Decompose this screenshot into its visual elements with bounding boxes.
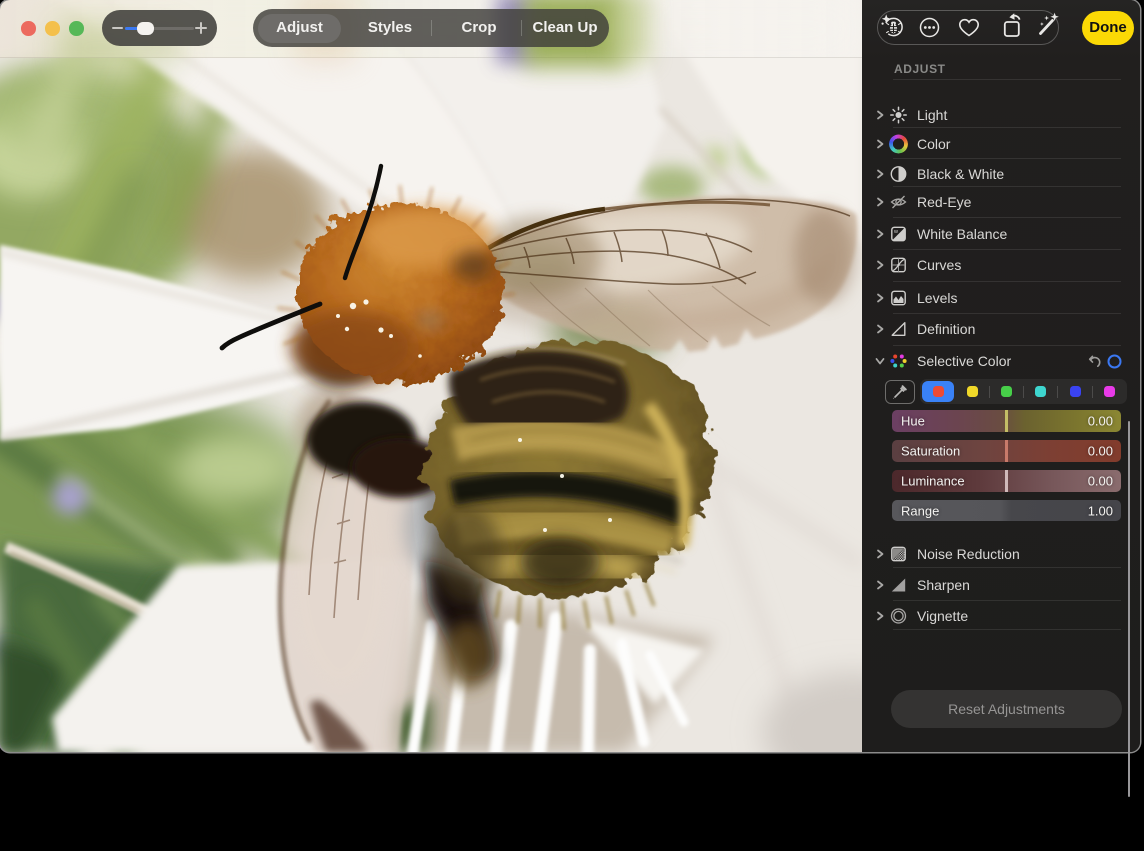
svg-text:w: w (893, 229, 898, 235)
